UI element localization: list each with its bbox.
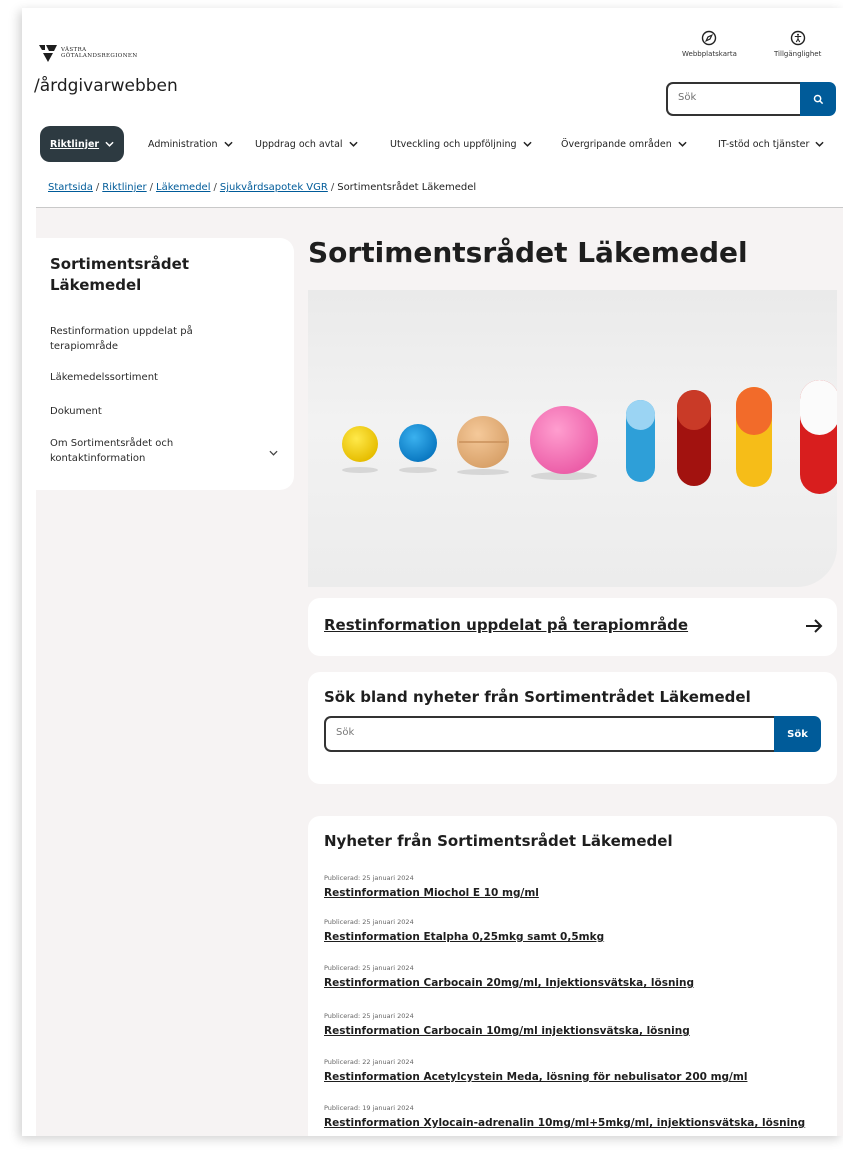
hero-image-pills	[308, 290, 837, 587]
breadcrumb: Startsida / Riktlinjer / Läkemedel / Sjukvårds…	[48, 182, 477, 193]
news-title-link[interactable]: Restinformation Carbocain 10mg/ml injekt…	[324, 1025, 690, 1037]
news-date: Publicerad: 19 januari 2024	[324, 1104, 414, 1112]
nav-item-utveckling[interactable]: Utveckling och uppföljning	[390, 126, 532, 162]
nav-item-uppdrag[interactable]: Uppdrag och avtal	[255, 126, 358, 162]
news-item: Publicerad: 25 januari 2024 Restinformat…	[324, 964, 694, 989]
page-title: Sortimentsrådet Läkemedel	[308, 236, 748, 269]
breadcrumb-sjukvardsapotek[interactable]: Sjukvårdsapotek VGR	[220, 182, 328, 193]
main-nav: Riktlinjer Administration Uppdrag och av…	[38, 126, 843, 164]
nav-item-label: Riktlinjer	[50, 138, 100, 150]
search-icon	[813, 94, 823, 104]
header-search-input[interactable]: Sök	[666, 82, 804, 116]
news-card: Nyheter från Sortimentsrådet Läkemedel P…	[308, 816, 837, 1136]
sitemap-label: Webbplatskarta	[682, 50, 737, 58]
vgr-logo[interactable]: VÄSTRA GÖTALANDSREGIONEN	[38, 42, 138, 64]
news-date: Publicerad: 25 januari 2024	[324, 918, 414, 926]
nav-item-label: Administration	[148, 138, 218, 150]
logo-line-2: GÖTALANDSREGIONEN	[61, 53, 138, 59]
site-name[interactable]: /årdgivarwebben	[34, 76, 178, 96]
nav-item-overgripande[interactable]: Övergripande områden	[561, 126, 687, 162]
sidebar-item-om-sortimentsradet[interactable]: Om Sortimentsrådet och kontaktinformatio…	[50, 436, 230, 466]
news-date: Publicerad: 25 januari 2024	[324, 964, 414, 972]
news-heading: Nyheter från Sortimentsrådet Läkemedel	[324, 832, 673, 850]
news-date: Publicerad: 22 januari 2024	[324, 1058, 414, 1066]
accessibility-icon	[790, 30, 805, 46]
news-title-link[interactable]: Restinformation Miochol E 10 mg/ml	[324, 887, 539, 899]
sidebar-item-restinformation[interactable]: Restinformation uppdelat på terapiområde	[50, 324, 230, 354]
sidebar-item-dokument[interactable]: Dokument	[50, 404, 102, 419]
chevron-down-icon[interactable]	[269, 450, 278, 456]
breadcrumb-startsida[interactable]: Startsida	[48, 182, 93, 193]
restinformation-card-link[interactable]: Restinformation uppdelat på terapiområde	[324, 616, 688, 634]
accessibility-label: Tillgänglighet	[774, 50, 822, 58]
nav-item-administration[interactable]: Administration	[148, 126, 233, 162]
news-title-link[interactable]: Restinformation Etalpha 0,25mkg samt 0,5…	[324, 931, 604, 943]
news-search-button[interactable]: Sök	[774, 716, 821, 752]
news-item: Publicerad: 22 januari 2024 Restinformat…	[324, 1058, 747, 1083]
nav-item-riktlinjer[interactable]: Riktlinjer	[40, 126, 125, 162]
nav-item-it-stod[interactable]: IT-stöd och tjänster	[718, 126, 825, 162]
arrow-right-icon	[806, 619, 823, 633]
chevron-down-icon	[348, 141, 358, 147]
header-search: Sök	[666, 82, 836, 116]
news-title-link[interactable]: Restinformation Xylocain-adrenalin 10mg/…	[324, 1117, 805, 1129]
nav-item-label: IT-stöd och tjänster	[718, 138, 810, 150]
nav-item-label: Övergripande områden	[561, 138, 672, 150]
news-item: Publicerad: 25 januari 2024 Restinformat…	[324, 1012, 690, 1037]
news-search-card: Sök bland nyheter från Sortimentrådet Lä…	[308, 672, 837, 784]
news-search-heading: Sök bland nyheter från Sortimentrådet Lä…	[324, 688, 751, 706]
accessibility-link[interactable]: Tillgänglighet	[774, 30, 821, 58]
chevron-down-icon	[223, 141, 233, 147]
browser-page: VÄSTRA GÖTALANDSREGIONEN /årdgivarwebben…	[22, 8, 843, 1136]
header-search-placeholder: Sök	[678, 92, 697, 103]
vgr-logo-icon	[39, 45, 57, 62]
pills-illustration	[342, 380, 837, 494]
chevron-down-icon	[678, 141, 687, 147]
header-search-button[interactable]	[800, 82, 836, 116]
news-date: Publicerad: 25 januari 2024	[324, 874, 414, 882]
restinformation-card[interactable]: Restinformation uppdelat på terapiområde	[308, 598, 837, 656]
chevron-down-icon	[815, 141, 825, 147]
chevron-down-icon	[522, 141, 532, 147]
nav-item-label: Utveckling och uppföljning	[390, 138, 517, 150]
breadcrumb-riktlinjer[interactable]: Riktlinjer	[102, 182, 146, 193]
breadcrumb-current: Sortimentsrådet Läkemedel	[337, 182, 477, 193]
news-title-link[interactable]: Restinformation Carbocain 20mg/ml, Injek…	[324, 977, 694, 989]
chevron-down-icon	[105, 141, 114, 147]
news-search-placeholder: Sök	[336, 727, 355, 738]
compass-icon	[702, 30, 717, 46]
news-search-input[interactable]: Sök	[324, 716, 776, 752]
news-item: Publicerad: 19 januari 2024 Restinformat…	[324, 1104, 805, 1129]
news-item: Publicerad: 25 januari 2024 Restinformat…	[324, 874, 539, 899]
sitemap-link[interactable]: Webbplatskarta	[682, 30, 737, 58]
news-date: Publicerad: 25 januari 2024	[324, 1012, 414, 1020]
breadcrumb-lakemedel[interactable]: Läkemedel	[156, 182, 210, 193]
sidebar-title: Sortimentsrådet Läkemedel	[50, 255, 189, 294]
news-item: Publicerad: 25 januari 2024 Restinformat…	[324, 918, 604, 943]
sidebar-item-lakemedelssortiment[interactable]: Läkemedelssortiment	[50, 370, 158, 385]
nav-item-label: Uppdrag och avtal	[255, 138, 343, 150]
news-title-link[interactable]: Restinformation Acetylcystein Meda, lösn…	[324, 1071, 747, 1083]
sidebar: Sortimentsrådet Läkemedel Restinformatio…	[36, 238, 294, 490]
